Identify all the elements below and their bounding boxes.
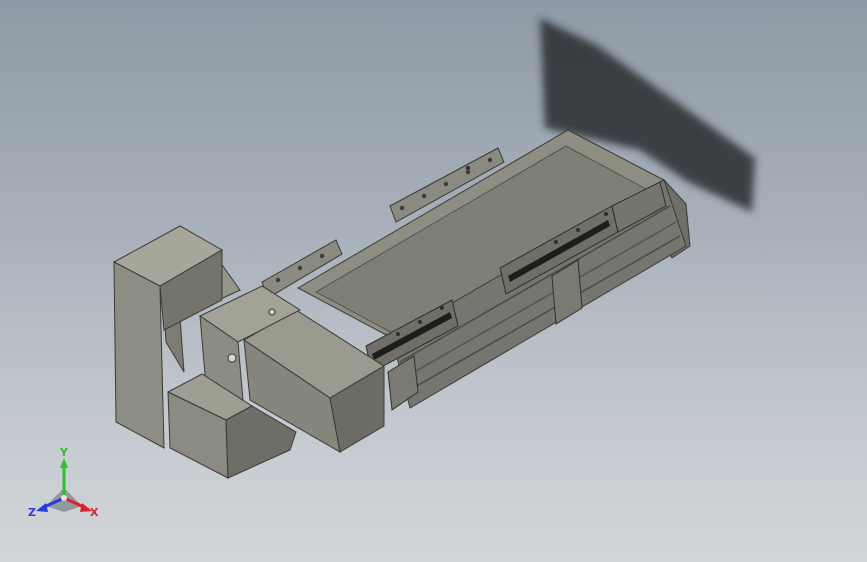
bolt-hole (396, 332, 400, 336)
y-axis-arrow-icon (60, 458, 68, 468)
bolt-hole (554, 240, 558, 244)
bolt-hole (576, 228, 580, 232)
flange-hole (227, 353, 237, 363)
bolt-hole (399, 205, 405, 211)
bolt-hole (440, 306, 444, 310)
bolt-hole (421, 193, 427, 199)
bolt-hole (275, 277, 281, 283)
model-view[interactable] (0, 0, 867, 562)
bolt-hole (466, 166, 470, 170)
y-axis-label: Y (59, 446, 69, 459)
bolt-hole (487, 157, 493, 163)
graphics-viewport[interactable]: Y X Z (0, 0, 867, 562)
motor-body-front[interactable] (113, 261, 165, 449)
z-axis-arrow-icon (36, 503, 48, 512)
z-axis-label: Z (28, 506, 36, 519)
bolt-hole (418, 320, 422, 324)
bolt-hole (443, 181, 449, 187)
orientation-triad[interactable]: Y X Z (24, 444, 104, 524)
bolt-hole (319, 253, 325, 259)
triad-origin (61, 495, 67, 501)
bolt-hole (465, 169, 471, 175)
bolt-hole (297, 265, 303, 271)
x-axis-label: X (90, 506, 99, 519)
bolt-hole (604, 212, 608, 216)
flange-hole (268, 308, 276, 316)
